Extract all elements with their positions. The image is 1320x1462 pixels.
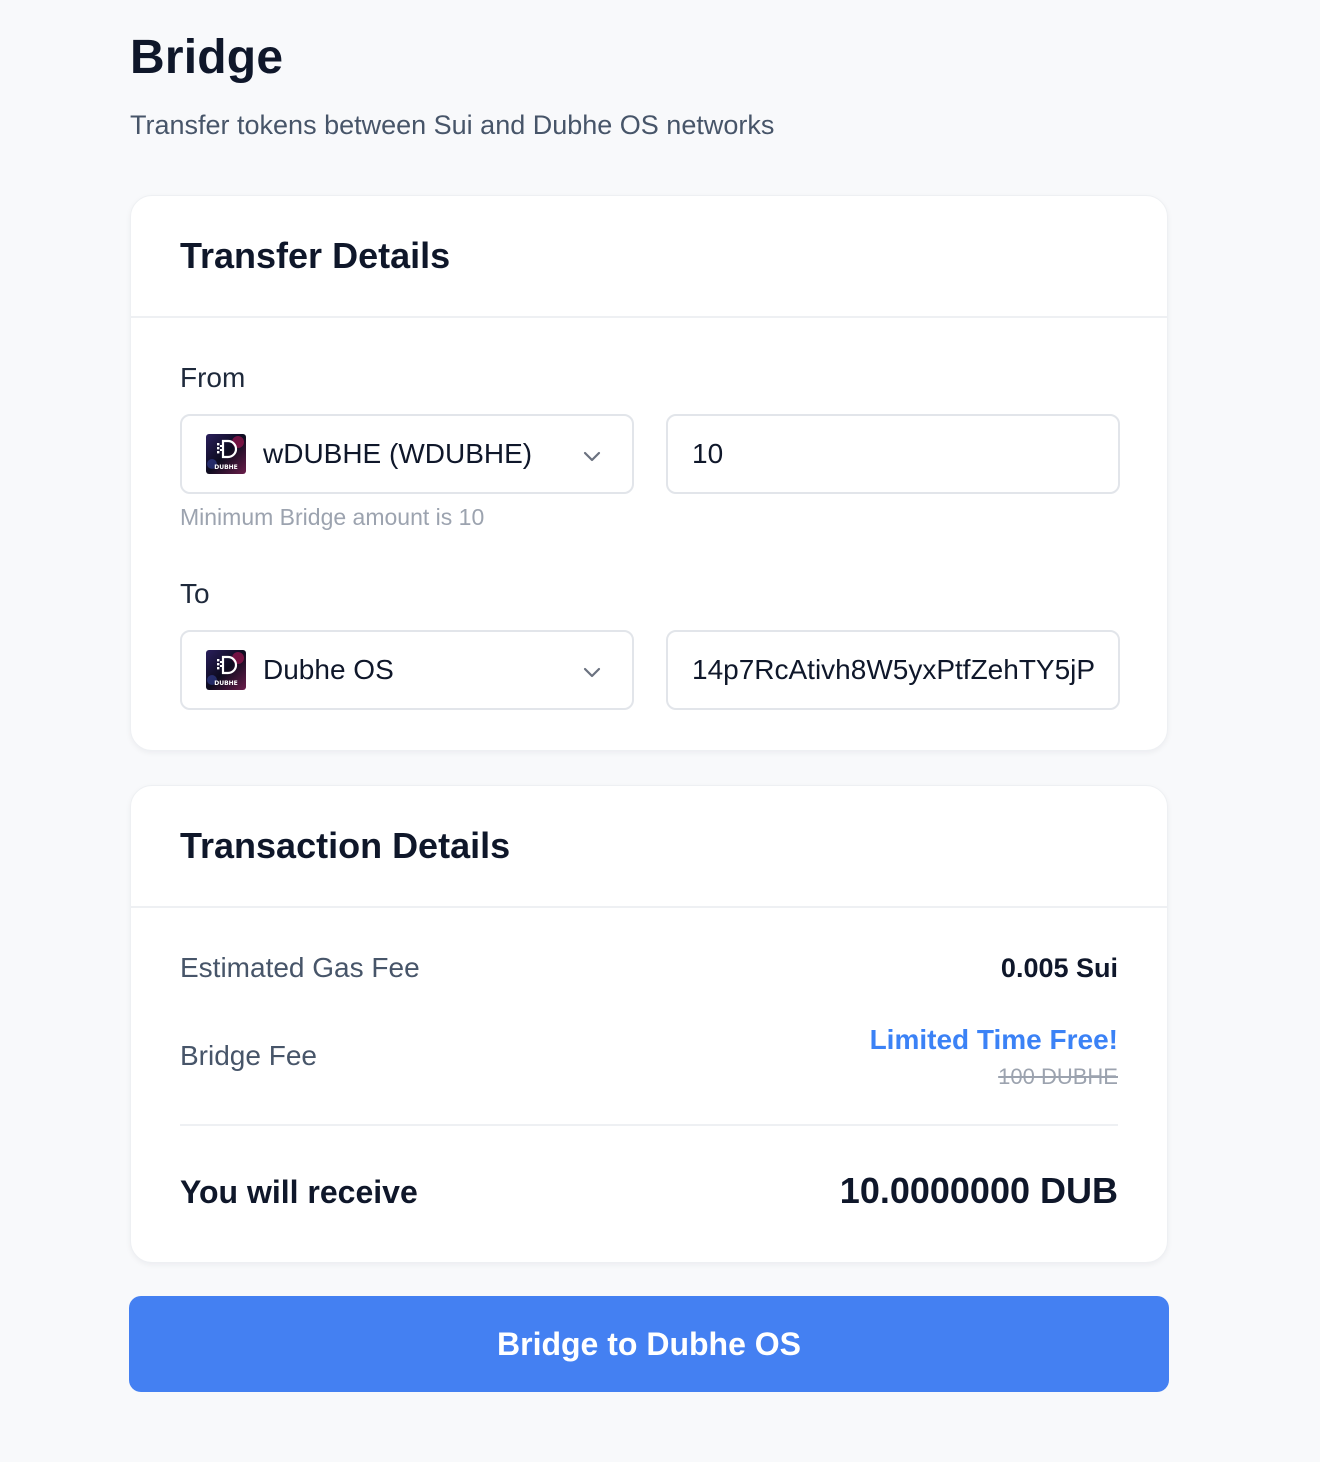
bridge-button[interactable]: Bridge to Dubhe OS: [129, 1296, 1169, 1392]
chevron-down-icon: [583, 667, 601, 678]
gas-fee-label: Estimated Gas Fee: [180, 952, 420, 983]
receive-label: You will receive: [180, 1174, 418, 1210]
bridge-fee-original: 100 DUBHE: [998, 1064, 1118, 1089]
bridge-fee-promo: Limited Time Free!: [869, 1024, 1118, 1055]
from-token-label: wDUBHE (WDUBHE): [263, 438, 533, 469]
page-title: Bridge: [130, 31, 284, 84]
minimum-amount-hint: Minimum Bridge amount is 10: [180, 504, 485, 530]
transaction-details-card: Transaction Details Estimated Gas Fee 0.…: [130, 785, 1168, 1263]
from-token-select[interactable]: DUBHE wDUBHE (WDUBHE): [180, 414, 634, 494]
logo-text: DUBHE: [214, 680, 238, 687]
amount-input[interactable]: [692, 438, 1094, 470]
to-network-select[interactable]: DUBHE Dubhe OS: [180, 630, 634, 710]
from-label: From: [180, 362, 246, 393]
chevron-down-icon: [583, 451, 601, 462]
transfer-details-title: Transfer Details: [180, 235, 451, 276]
dubhe-logo-icon: DUBHE: [206, 650, 246, 690]
destination-address-input[interactable]: [692, 654, 1094, 686]
gas-fee-value: 0.005 Sui: [1000, 953, 1118, 983]
dubhe-logo-icon: DUBHE: [206, 434, 246, 474]
transfer-details-card: Transfer Details From DUBHE wDUBHE (WDUB…: [130, 195, 1168, 751]
destination-address-field[interactable]: [666, 630, 1120, 710]
receive-value: 10.0000000 DUB: [839, 1170, 1118, 1211]
transfer-details-header: Transfer Details: [131, 196, 1167, 318]
transaction-details-title: Transaction Details: [180, 825, 511, 866]
divider: [180, 1124, 1118, 1126]
to-label: To: [180, 578, 210, 609]
transaction-details-header: Transaction Details: [131, 786, 1167, 908]
page-subtitle: Transfer tokens between Sui and Dubhe OS…: [130, 110, 775, 140]
bridge-fee-label: Bridge Fee: [180, 1040, 317, 1071]
to-network-label: Dubhe OS: [263, 654, 394, 685]
amount-field[interactable]: [666, 414, 1120, 494]
bridge-page: Bridge Transfer tokens between Sui and D…: [0, 0, 1320, 1462]
logo-text: DUBHE: [214, 464, 238, 471]
